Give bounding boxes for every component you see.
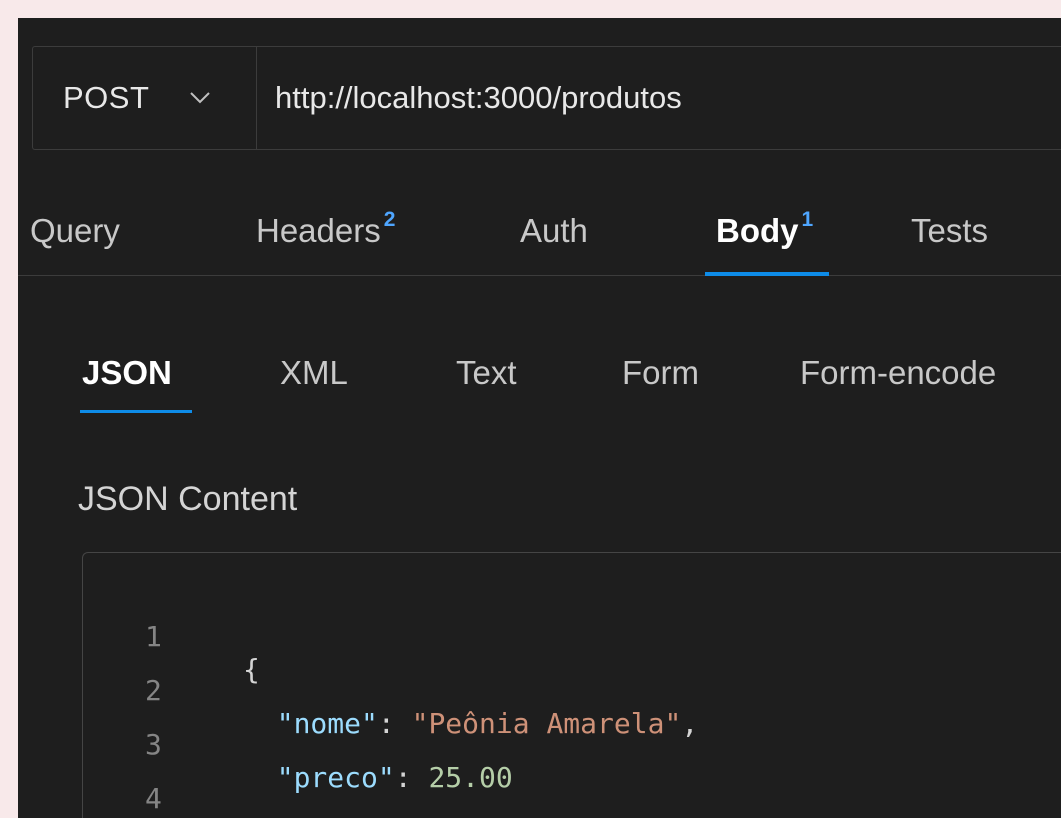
tab-headers-badge: 2 [383, 208, 396, 231]
code-text: "preco": 25.00 [243, 761, 513, 794]
url-input[interactable]: http://localhost:3000/produtos [257, 47, 1061, 149]
tab-body[interactable]: Body 1 [716, 208, 813, 250]
url-bar: POST http://localhost:3000/produtos [32, 46, 1061, 150]
tab-query[interactable]: Query [30, 212, 120, 250]
method-select[interactable]: POST [33, 47, 257, 149]
body-tab-form[interactable]: Form [622, 354, 699, 392]
tab-body-badge: 1 [801, 208, 814, 231]
tab-headers[interactable]: Headers 2 [256, 208, 395, 250]
json-key-preco: "preco" [276, 761, 395, 794]
tab-headers-label: Headers [256, 212, 381, 249]
active-body-tab-indicator [80, 410, 192, 413]
tab-tests[interactable]: Tests [911, 212, 988, 250]
json-content-label: JSON Content [78, 480, 298, 518]
tab-auth[interactable]: Auth [520, 212, 588, 250]
code-text: "nome": "Peônia Amarela", [243, 707, 698, 740]
code-text: { [243, 653, 260, 686]
json-colon: : [394, 761, 429, 794]
line-number: 4 [145, 782, 162, 815]
method-label: POST [63, 80, 150, 115]
body-tab-form-encode[interactable]: Form-encode [800, 354, 996, 392]
code-line-3: 3 "preco": 25.00 [83, 695, 513, 794]
json-brace-open: { [243, 653, 260, 686]
body-tab-json[interactable]: JSON [82, 354, 172, 392]
tab-body-label: Body [716, 212, 799, 249]
code-line-4: 4 } [83, 749, 260, 818]
json-comma: , [681, 707, 699, 740]
code-line-2: 2 "nome": "Peônia Amarela", [83, 641, 698, 740]
json-editor[interactable]: 1 { 2 "nome": "Peônia Amarela", 3 "preco… [82, 552, 1061, 818]
code-line-1: 1 { [83, 587, 260, 686]
body-tab-text[interactable]: Text [456, 354, 517, 392]
json-key-nome: "nome" [276, 707, 378, 740]
body-tab-xml[interactable]: XML [280, 354, 348, 392]
request-panel: POST http://localhost:3000/produtos Quer… [18, 18, 1061, 818]
json-value-preco: 25.00 [428, 761, 513, 794]
json-colon: : [377, 707, 412, 740]
tab-tests-label: Tests [911, 212, 989, 249]
active-tab-indicator [705, 272, 829, 276]
request-tabs: Query Headers 2 Auth Body 1 Tests [18, 196, 1061, 276]
chevron-down-icon [190, 92, 211, 104]
tab-auth-label: Auth [520, 212, 588, 249]
json-value-nome: "Peônia Amarela" [411, 707, 682, 740]
tab-query-label: Query [30, 212, 120, 249]
